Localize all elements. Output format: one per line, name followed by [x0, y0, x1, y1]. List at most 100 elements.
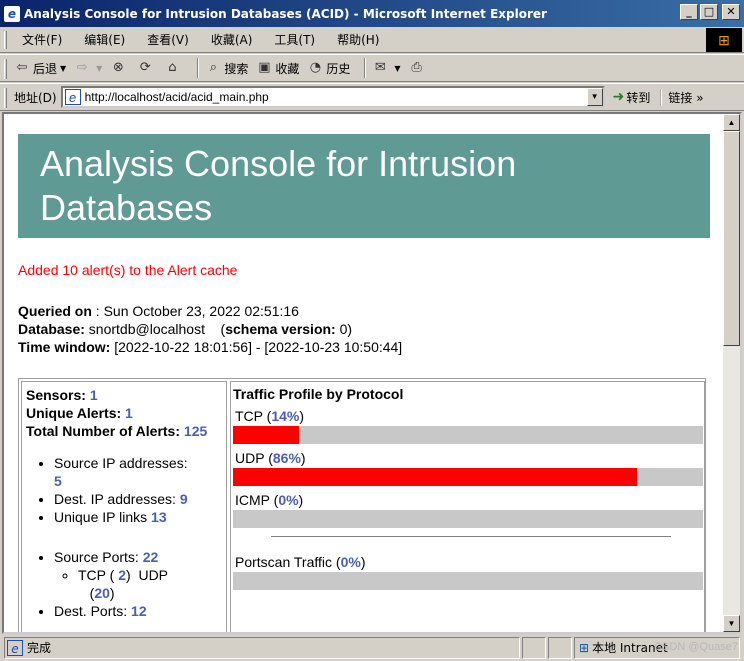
search-icon: ⌕	[209, 60, 217, 75]
unique-alerts-link[interactable]: 1	[125, 405, 133, 421]
dst-ports-link[interactable]: 12	[131, 603, 147, 619]
window-title-bar[interactable]: e Analysis Console for Intrusion Databas…	[0, 0, 744, 27]
scroll-up-button[interactable]: ▲	[723, 114, 740, 131]
schema-label: schema version:	[225, 321, 336, 337]
menu-bar: 文件(F) 编辑(E) 查看(V) 收藏(A) 工具(T) 帮助(H) ⊞	[0, 27, 744, 53]
page-icon: e	[64, 89, 81, 105]
scroll-down-button[interactable]: ▼	[723, 615, 740, 632]
search-label: 搜索	[224, 61, 249, 76]
toolbar-grip[interactable]	[4, 59, 7, 79]
icmp-bar	[233, 510, 703, 528]
stop-icon: ⊗	[112, 60, 124, 75]
address-dropdown-button[interactable]: ▼	[586, 88, 603, 106]
home-button[interactable]: ⌂	[164, 60, 183, 76]
list-item: Dest. IP addresses: 9	[54, 490, 222, 508]
portscan-pct-link[interactable]: 0%	[341, 554, 361, 570]
sensors-link[interactable]: 1	[90, 387, 98, 403]
forward-button[interactable]: ⇨ ▼	[74, 60, 103, 76]
src-ports-label: Source Ports:	[54, 549, 139, 565]
back-button[interactable]: ⇦ 后退 ▼	[14, 60, 67, 77]
dst-ip-label: Dest. IP addresses:	[54, 491, 176, 507]
tcp-ports-link[interactable]: 2	[118, 567, 126, 583]
summary-cell: Sensors: 1 Unique Alerts: 1 Total Number…	[21, 381, 227, 632]
minimize-button[interactable]: _	[680, 4, 698, 20]
vertical-scrollbar[interactable]: ▲ ▼	[723, 114, 740, 632]
udp-pct-link[interactable]: 86%	[273, 450, 301, 466]
sensors-label: Sensors:	[26, 387, 86, 403]
stop-button[interactable]: ⊗	[110, 60, 129, 76]
intranet-zone-icon: ⊞	[579, 640, 590, 655]
menu-help[interactable]: 帮助(H)	[329, 29, 387, 50]
menu-view[interactable]: 查看(V)	[139, 29, 197, 50]
stats-table: Sensors: 1 Unique Alerts: 1 Total Number…	[18, 378, 706, 632]
toolbar-separator	[364, 58, 367, 78]
tcp-bar	[233, 426, 703, 444]
maximize-button[interactable]: □	[700, 4, 718, 20]
menu-edit[interactable]: 编辑(E)	[76, 29, 133, 50]
back-label: 后退	[33, 61, 58, 76]
traffic-profile-cell: Traffic Profile by Protocol TCP (14%) UD…	[230, 381, 705, 632]
print-button[interactable]: ⎙	[409, 60, 428, 76]
favorites-button[interactable]: ▣ 收藏	[256, 60, 299, 77]
ip-links-label: Unique IP links	[54, 509, 148, 525]
search-button[interactable]: ⌕ 搜索	[205, 60, 249, 77]
divider	[271, 536, 671, 538]
links-button[interactable]: 链接 »	[660, 88, 704, 106]
watermark: CSDN @Quase7	[654, 641, 738, 653]
cache-message: Added 10 alert(s) to the Alert cache	[18, 262, 238, 278]
forward-dropdown-icon[interactable]: ▼	[96, 64, 102, 73]
back-arrow-icon: ⇦	[16, 60, 28, 75]
address-input[interactable]: e http://localhost/acid/acid_main.php ▼	[60, 86, 605, 108]
src-ip-link[interactable]: 5	[54, 473, 62, 489]
favorites-icon: ▣	[258, 60, 271, 75]
scroll-thumb[interactable]	[723, 131, 740, 346]
tcp-row-label: TCP (14%)	[235, 408, 305, 424]
page-banner: Analysis Console for Intrusion Databases	[18, 134, 710, 238]
menu-tools[interactable]: 工具(T)	[266, 29, 323, 50]
menu-file[interactable]: 文件(F)	[14, 29, 70, 50]
toolbar-separator	[197, 58, 200, 78]
udp-bar	[233, 468, 703, 486]
refresh-button[interactable]: ⟳	[137, 60, 156, 76]
address-url[interactable]: http://localhost/acid/acid_main.php	[85, 90, 587, 104]
history-label: 历史	[326, 61, 351, 76]
window-title: Analysis Console for Intrusion Databases…	[24, 6, 547, 21]
history-button[interactable]: ◔ 历史	[307, 60, 351, 77]
udp-ports-link[interactable]: 20	[94, 585, 110, 601]
addressbar-grip[interactable]	[4, 88, 7, 108]
src-ports-link[interactable]: 22	[143, 549, 159, 565]
unique-alerts-label: Unique Alerts:	[26, 405, 122, 421]
content-viewport: Analysis Console for Intrusion Databases…	[2, 112, 742, 634]
ip-links-link[interactable]: 13	[151, 509, 167, 525]
dst-ip-link[interactable]: 9	[180, 491, 188, 507]
list-item: Source IP addresses: 5	[54, 454, 222, 490]
mail-dropdown-icon[interactable]: ▼	[394, 64, 400, 73]
mail-button[interactable]: ✉ ▼	[372, 60, 401, 76]
time-window-value: [2022-10-22 18:01:56] - [2022-10-23 10:5…	[110, 339, 403, 355]
back-dropdown-icon[interactable]: ▼	[60, 64, 66, 73]
go-arrow-icon: ➜	[612, 89, 625, 105]
udp-ports-label: UDP	[138, 567, 169, 583]
total-alerts-link[interactable]: 125	[184, 423, 207, 439]
list-item: TCP ( 2) UDP (20)	[78, 566, 222, 602]
go-label: 转到	[626, 90, 651, 105]
status-text: 完成	[27, 641, 52, 655]
menubar-grip[interactable]	[4, 31, 7, 49]
tcp-ports-label: TCP	[78, 567, 106, 583]
queried-label: Queried on	[18, 303, 92, 319]
close-button[interactable]: ✕	[722, 4, 740, 20]
udp-bar-fill	[233, 468, 638, 486]
src-ip-label: Source IP addresses:	[54, 455, 188, 471]
standard-toolbar: ⇦ 后退 ▼ ⇨ ▼ ⊗ ⟳ ⌂ ⌕ 搜索 ▣ 收藏 ◔ 历史 ✉ ▼ ⎙	[0, 54, 744, 82]
database-value: snortdb@localhost	[84, 321, 205, 337]
chevron-right-icon: »	[696, 90, 704, 105]
icmp-pct-link[interactable]: 0%	[278, 492, 298, 508]
tcp-pct-link[interactable]: 14%	[271, 408, 299, 424]
total-alerts-label: Total Number of Alerts:	[26, 423, 181, 439]
address-label: 地址(D)	[14, 90, 57, 105]
menu-favorites[interactable]: 收藏(A)	[203, 29, 261, 50]
go-button[interactable]: ➜ 转到	[613, 89, 651, 106]
time-window-label: Time window:	[18, 339, 111, 355]
ip-list: Source IP addresses: 5 Dest. IP addresses…	[54, 454, 222, 526]
address-bar: 地址(D) e http://localhost/acid/acid_main.…	[0, 83, 744, 111]
